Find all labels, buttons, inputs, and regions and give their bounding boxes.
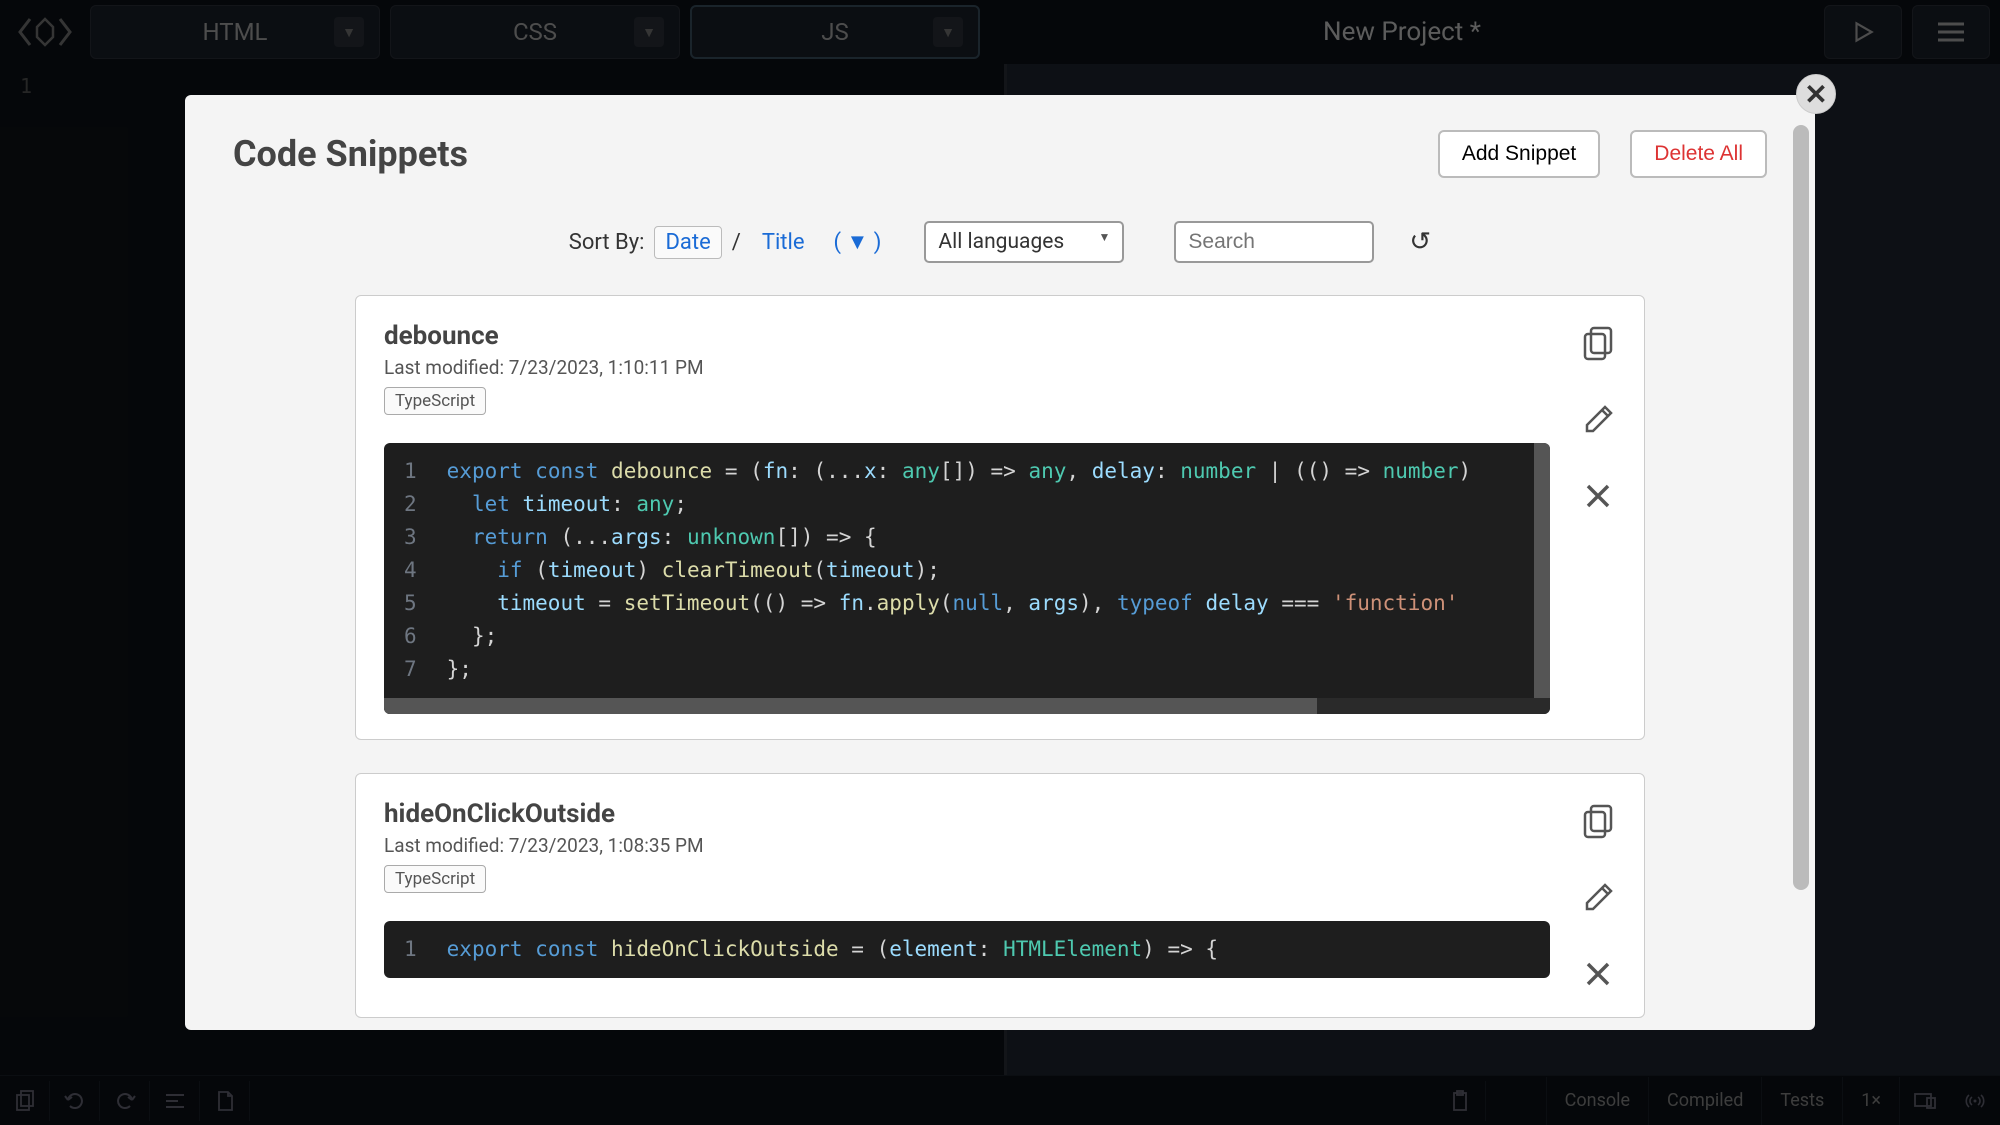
reset-icon[interactable]: ↺: [1409, 227, 1431, 257]
delete-snippet-icon[interactable]: [1580, 956, 1616, 992]
code-lines[interactable]: 1export const debounce = (fn: (...x: any…: [384, 443, 1471, 698]
sort-separator: /: [732, 230, 741, 255]
close-icon: ✕: [1804, 78, 1827, 111]
copy-snippet-icon[interactable]: [1580, 804, 1616, 840]
code-block: 1export const debounce = (fn: (...x: any…: [384, 443, 1550, 714]
horizontal-scrollbar[interactable]: [384, 698, 1550, 714]
language-badge: TypeScript: [384, 387, 486, 415]
code-block: 1export const hideOnClickOutside = (elem…: [384, 921, 1550, 978]
language-select[interactable]: All languages: [924, 221, 1124, 263]
close-button[interactable]: ✕: [1796, 74, 1836, 114]
add-snippet-button[interactable]: Add Snippet: [1438, 130, 1600, 178]
vertical-scrollbar[interactable]: [1534, 443, 1550, 698]
language-badge: TypeScript: [384, 865, 486, 893]
edit-snippet-icon[interactable]: [1580, 880, 1616, 916]
code-lines[interactable]: 1export const hideOnClickOutside = (elem…: [384, 921, 1218, 978]
sort-label: Sort By:: [569, 230, 645, 255]
snippet-title: hideOnClickOutside: [384, 799, 1550, 829]
sort-date-link[interactable]: Date: [654, 226, 721, 259]
snippet-modified: Last modified: 7/23/2023, 1:10:11 PM: [384, 356, 1550, 379]
snippet-card: debounce Last modified: 7/23/2023, 1:10:…: [355, 295, 1645, 740]
copy-snippet-icon[interactable]: [1580, 326, 1616, 362]
delete-snippet-icon[interactable]: [1580, 478, 1616, 514]
search-input[interactable]: [1174, 221, 1374, 263]
scrollbar[interactable]: [1793, 125, 1809, 890]
modal-title: Code Snippets: [233, 133, 468, 175]
snippet-modified: Last modified: 7/23/2023, 1:08:35 PM: [384, 834, 1550, 857]
delete-all-button[interactable]: Delete All: [1630, 130, 1767, 178]
sort-direction-toggle[interactable]: ( ▼ ): [826, 226, 890, 258]
sort-title-link[interactable]: Title: [751, 226, 816, 259]
snippet-title: debounce: [384, 321, 1550, 351]
filter-bar: Sort By: Date / Title ( ▼ ) All language…: [185, 203, 1815, 295]
snippet-list: debounce Last modified: 7/23/2023, 1:10:…: [185, 295, 1815, 1030]
snippets-modal: Code Snippets Add Snippet Delete All Sor…: [185, 95, 1815, 1030]
snippet-card: hideOnClickOutside Last modified: 7/23/2…: [355, 773, 1645, 1018]
edit-snippet-icon[interactable]: [1580, 402, 1616, 438]
